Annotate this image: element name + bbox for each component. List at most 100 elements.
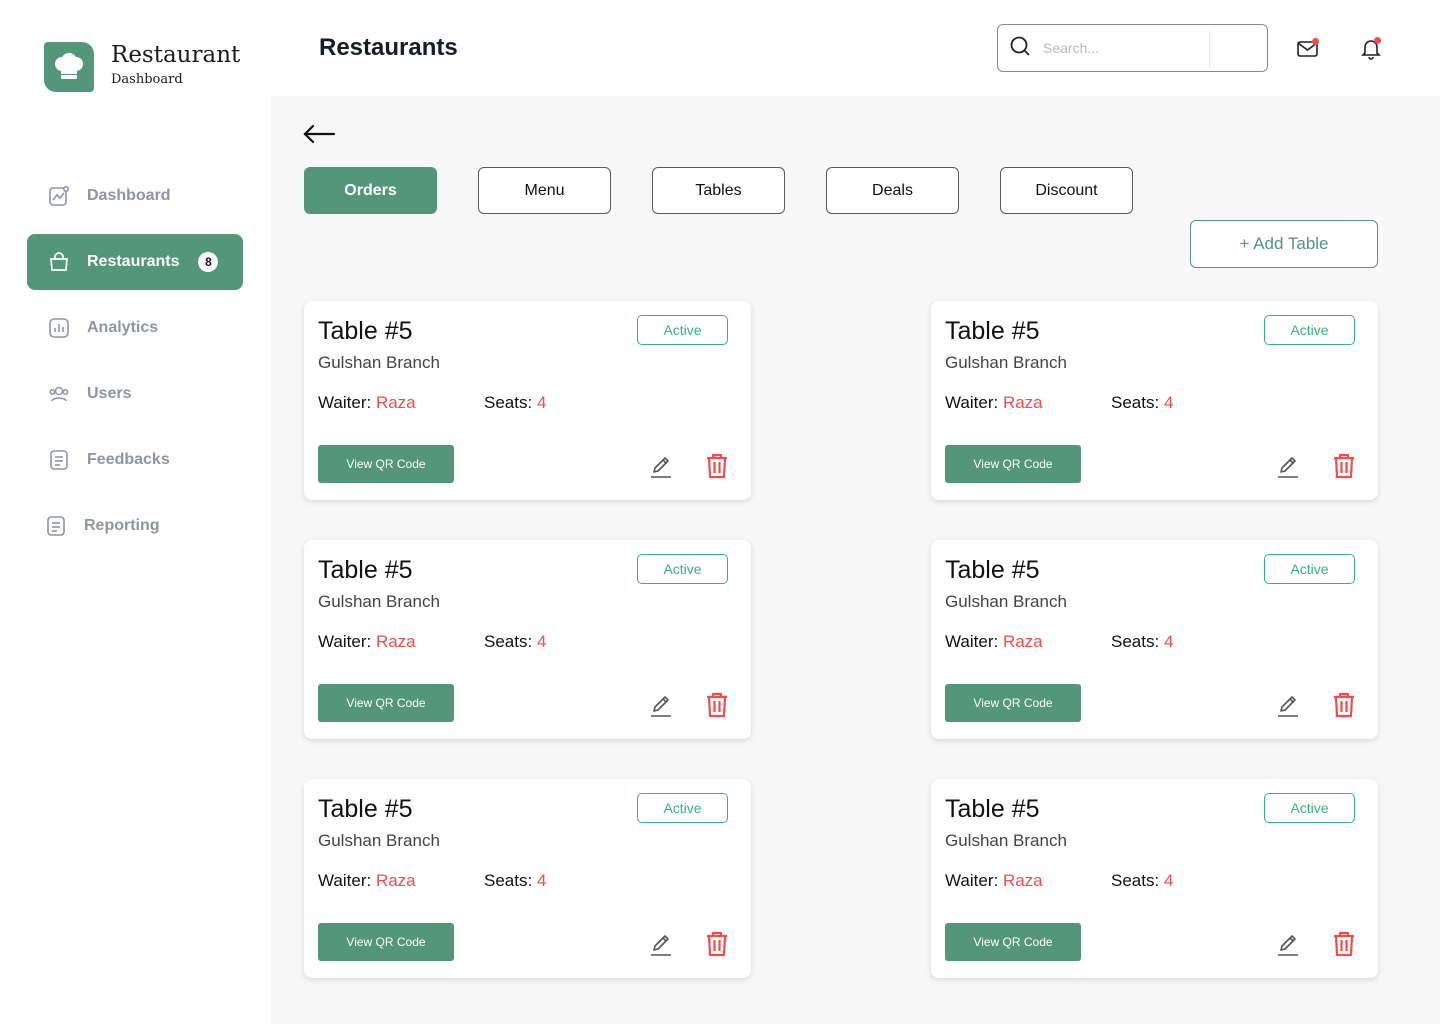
edit-icon[interactable] [649,455,673,479]
seats-info: Seats: 4 [1111,871,1173,891]
table-card: Table #5 Gulshan Branch Active Waiter: R… [931,301,1378,500]
brand[interactable]: Restaurant Dashboard [44,42,240,92]
seats-count: 4 [536,871,547,890]
edit-icon[interactable] [649,933,673,957]
sidebar-item-users[interactable]: Users [27,366,243,422]
waiter-info: Waiter: Raza [318,393,416,413]
search-icon [1009,35,1031,62]
edit-icon[interactable] [1276,694,1300,718]
waiter-info: Waiter: Raza [945,393,1043,413]
view-qr-code-button[interactable]: View QR Code [945,684,1081,722]
seats-count: 4 [536,393,547,412]
waiter-label: Waiter: [318,871,372,890]
branch-name: Gulshan Branch [318,831,440,850]
view-qr-code-button[interactable]: View QR Code [318,923,454,961]
seats-label: Seats: [484,632,533,651]
brand-title: Restaurant [111,42,241,68]
table-title: Table #5 [945,795,1040,823]
trash-icon[interactable] [1332,453,1356,479]
waiter-name: Raza [1002,871,1043,890]
waiter-info: Waiter: Raza [945,871,1043,891]
shopping-bag-icon [48,251,70,273]
seats-label: Seats: [1111,871,1160,890]
chef-hat-icon [44,42,94,92]
edit-icon[interactable] [1276,933,1300,957]
search-bar[interactable] [997,24,1268,72]
tab-menu[interactable]: Menu [478,167,611,214]
table-card: Table #5 Gulshan Branch Active Waiter: R… [931,779,1378,978]
tab-tables[interactable]: Tables [652,167,785,214]
branch-name: Gulshan Branch [945,592,1067,611]
seats-count: 4 [1163,632,1174,651]
trash-icon[interactable] [1332,931,1356,957]
status-badge: Active [637,554,728,584]
seats-count: 4 [1163,393,1174,412]
trash-icon[interactable] [1332,692,1356,718]
sidebar-item-label: Restaurants [87,253,180,270]
status-badge: Active [637,315,728,345]
view-qr-code-button[interactable]: View QR Code [318,445,454,483]
waiter-label: Waiter: [945,632,999,651]
brand-subtitle: Dashboard [111,72,183,87]
table-card: Table #5 Gulshan Branch Active Waiter: R… [304,301,751,500]
seats-count: 4 [1163,871,1174,890]
sidebar-item-label: Feedbacks [87,451,170,468]
tab-orders[interactable]: Orders [304,167,437,214]
waiter-name: Raza [375,393,416,412]
sidebar-item-label: Reporting [84,517,160,534]
table-card: Table #5 Gulshan Branch Active Waiter: R… [304,779,751,978]
waiter-label: Waiter: [945,871,999,890]
tab-deals[interactable]: Deals [826,167,959,214]
view-qr-code-button[interactable]: View QR Code [318,684,454,722]
seats-label: Seats: [1111,393,1160,412]
search-divider [1209,31,1210,67]
view-qr-code-button[interactable]: View QR Code [945,445,1081,483]
table-card: Table #5 Gulshan Branch Active Waiter: R… [304,540,751,739]
back-arrow-icon[interactable] [302,122,336,146]
analytics-icon [48,317,70,339]
table-title: Table #5 [318,317,413,345]
waiter-label: Waiter: [318,632,372,651]
view-qr-code-button[interactable]: View QR Code [945,923,1081,961]
seats-label: Seats: [484,871,533,890]
status-badge: Active [1264,793,1355,823]
trash-icon[interactable] [705,692,729,718]
seats-label: Seats: [1111,632,1160,651]
seats-label: Seats: [484,393,533,412]
document-icon [45,515,67,537]
waiter-info: Waiter: Raza [318,632,416,652]
table-title: Table #5 [945,317,1040,345]
status-badge: Active [637,793,728,823]
search-input[interactable] [1043,40,1203,56]
seats-info: Seats: 4 [484,632,546,652]
dashboard-chart-icon [48,185,70,207]
document-icon [48,449,70,471]
trash-icon[interactable] [705,931,729,957]
trash-icon[interactable] [705,453,729,479]
mail-icon[interactable] [1295,35,1321,61]
branch-name: Gulshan Branch [318,592,440,611]
add-table-button[interactable]: + Add Table [1190,220,1378,268]
sidebar-item-dashboard[interactable]: Dashboard [27,168,243,224]
waiter-label: Waiter: [318,393,372,412]
waiter-label: Waiter: [945,393,999,412]
tab-discount[interactable]: Discount [1000,167,1133,214]
waiter-name: Raza [375,632,416,651]
status-badge: Active [1264,315,1355,345]
branch-name: Gulshan Branch [945,353,1067,372]
notification-dot [1374,37,1381,44]
sidebar-item-feedbacks[interactable]: Feedbacks [27,432,243,488]
sidebar-item-label: Dashboard [87,187,171,204]
sidebar-nav: Dashboard Restaurants 8 Analytics Users … [27,168,243,564]
edit-icon[interactable] [649,694,673,718]
waiter-name: Raza [1002,393,1043,412]
branch-name: Gulshan Branch [945,831,1067,850]
sidebar-item-label: Users [87,385,132,402]
sidebar-item-restaurants[interactable]: Restaurants 8 [27,234,243,290]
bell-icon[interactable] [1358,35,1384,61]
edit-icon[interactable] [1276,455,1300,479]
branch-name: Gulshan Branch [318,353,440,372]
sidebar-item-analytics[interactable]: Analytics [27,300,243,356]
waiter-info: Waiter: Raza [318,871,416,891]
sidebar-item-reporting[interactable]: Reporting [27,498,243,554]
